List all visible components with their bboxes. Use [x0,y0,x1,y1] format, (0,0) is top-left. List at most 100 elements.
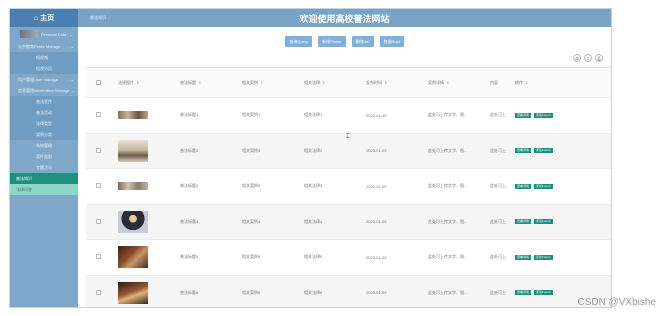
sidebar-item-label: 短视频 [36,54,48,60]
sidebar-item[interactable]: 信息管理Information Manage ⌄ [10,85,78,96]
view-detail-button[interactable]: 查看详情 [515,254,532,260]
user-profile[interactable]: Personal Data ⌄ [10,27,78,41]
title-cell: 普法标题5 [180,254,199,260]
delete-button[interactable]: 删除Del [351,36,374,47]
view-detail-button[interactable]: 查看详情 [515,219,532,225]
detail-cell: 此处可上传文字、图... [428,218,468,224]
sidebar-item[interactable]: 普法活动 [10,107,78,118]
sidebar-item[interactable]: 普法知识 [10,173,78,184]
column-header: 操作 [515,79,523,85]
table-row[interactable]: 普法标题1 相关案例1 相关法律1 2023-01-05 此处可上传文字、图... 此处可… [86,98,611,134]
select-all-checkbox[interactable] [96,79,101,85]
sidebar-item-label: 案件类别 [36,153,52,159]
query-button[interactable]: 查询Query [285,36,313,47]
case-cell: 相关案例6 [242,289,261,295]
sidebar-item[interactable]: 系统管理 [10,140,78,151]
chevron-down-icon: ⌄ [69,31,73,37]
sidebar-item[interactable]: 法律类型 [10,118,78,129]
date-cell: 2023-01-05 [366,148,387,154]
data-table: 法规图片 ⇕ 普法标题 ⇕ 相关案例 ⇕ 相关法律 ⇕ 发布时间 ⇕ 案例详情 ⇕ 内容 操… [86,67,611,307]
law-cell: 相关法律6 [304,289,323,295]
sidebar-item[interactable]: 法律问答 [10,184,78,195]
comment-button[interactable]: 评论Forum [534,148,553,154]
title-cell: 普法标题2 [180,147,199,153]
view-detail-button[interactable]: 查看详情 [515,112,532,118]
sidebar-item-label: 用户管理User Manage [18,76,59,82]
sidebar-item-label: 法律问答 [16,186,32,192]
export-icon[interactable]: ⇧ [584,54,592,62]
row-checkbox[interactable] [96,183,101,189]
legal-image [118,246,148,269]
profile-label: Personal Data [41,31,67,37]
sort-icon[interactable]: ⇕ [322,80,325,85]
sidebar-item[interactable]: 普法宣传 [10,96,78,107]
table-row[interactable]: 普法标题6 相关案例6 相关法律6 2023-01-05 此处可上传文字、图... 此处可… [86,275,611,307]
home-link[interactable]: ⌂ 主页 [10,9,78,27]
filter-icon[interactable]: ⊞ [573,54,581,62]
sidebar-item[interactable]: 短视分页 [10,63,78,74]
comment-button[interactable]: 评论Forum [534,290,553,296]
add-button[interactable]: 新增Power [318,36,346,47]
comment-button[interactable]: 评论Forum [534,219,553,225]
comment-button[interactable]: 评论Forum [534,183,553,189]
table-row[interactable]: 普法标题5 相关案例5 相关法律5 2023-01-05 此处可上传文字、图... 此处可… [86,240,611,276]
date-cell: 2023-01-05 [366,254,387,260]
row-checkbox[interactable] [96,147,101,153]
sidebar-item[interactable]: 用户管理User Manage ⌄ [10,74,78,85]
comment-button[interactable]: 评论Forum [534,254,553,260]
detail-cell: 此处可上传文字、图... [428,147,468,153]
row-checkbox[interactable] [96,289,101,295]
case-cell: 相关案例3 [242,183,261,189]
law-cell: 相关法律1 [304,112,323,118]
column-header[interactable]: 内容 [490,80,498,85]
sidebar-item-label: 普法知识 [16,175,32,181]
row-checkbox[interactable] [96,254,101,260]
sidebar-item[interactable]: 案件类别 [10,151,78,162]
title-cell: 普法标题6 [180,289,199,295]
column-header[interactable]: 相关案例 [242,80,258,85]
content-cell: 此处可上 [490,183,506,189]
print-icon[interactable]: ⎙ [595,54,603,62]
chevron-down-icon: ⌄ [70,88,74,93]
content-cell: 此处可上 [490,289,506,295]
data-button[interactable]: 数据Hold [379,36,404,47]
legal-image [118,111,148,120]
column-header[interactable]: 普法标题 [180,80,196,85]
chevron-down-icon: ⌄ [70,44,74,49]
column-header[interactable]: 法规图片 [118,80,134,85]
row-checkbox[interactable] [96,218,101,224]
sort-icon[interactable]: ⇕ [384,80,387,85]
legal-image [118,210,148,233]
sort-icon[interactable]: ⇕ [446,80,449,85]
sidebar-item[interactable]: 公共教育Public Manage ⌄ [10,41,78,52]
sort-icon[interactable]: ⇕ [260,80,263,85]
toolbar: 查询Query 新增Power 删除Del 数据Hold [78,36,611,48]
sidebar-item-label: 短视分页 [36,65,52,71]
legal-image [118,281,148,304]
row-checkbox[interactable] [96,112,101,118]
view-detail-button[interactable]: 查看详情 [515,183,532,189]
sidebar-item[interactable]: 短视频 [10,52,78,63]
sort-icon[interactable]: ⇕ [136,80,139,85]
sort-icon[interactable]: ⇕ [198,80,201,85]
date-cell: 2023-01-05 [366,290,387,296]
app-window: ⌂ 主页 Personal Data ⌄ 公共教育Public Manage ⌄ 短… [9,8,612,308]
sidebar-item-label: 专题活动 [36,164,52,170]
page-title: 欢迎使用高校普法网站 [299,14,390,24]
title-cell: 普法标题4 [180,218,199,224]
sidebar-item-label: 案例分类 [36,131,52,137]
column-header[interactable]: 发布时间 [366,80,382,85]
view-detail-button[interactable]: 查看详情 [515,290,532,296]
comment-button[interactable]: 评论Forum [534,112,553,118]
case-cell: 相关案例5 [242,254,261,260]
case-cell: 相关案例1 [242,112,261,118]
column-header[interactable]: 相关法律 [304,80,320,85]
detail-cell: 此处可上传文字、图... [428,254,468,260]
view-detail-button[interactable]: 查看详情 [515,148,532,154]
table-row[interactable]: 普法标题3 相关案例3 相关法律3 2023-01-05 此处可上传文字、图... 此处可… [86,169,611,205]
sidebar-item[interactable]: 专题活动 [10,162,78,173]
sidebar-item[interactable]: 案例分类 [10,129,78,140]
column-header[interactable]: 案例详情 [428,80,444,85]
table-row[interactable]: 普法标题4 相关案例4 相关法律4 2023-01-05 此处可上传文字、图... 此处可… [86,204,611,240]
sort-icon[interactable]: ⇕ [525,80,528,85]
